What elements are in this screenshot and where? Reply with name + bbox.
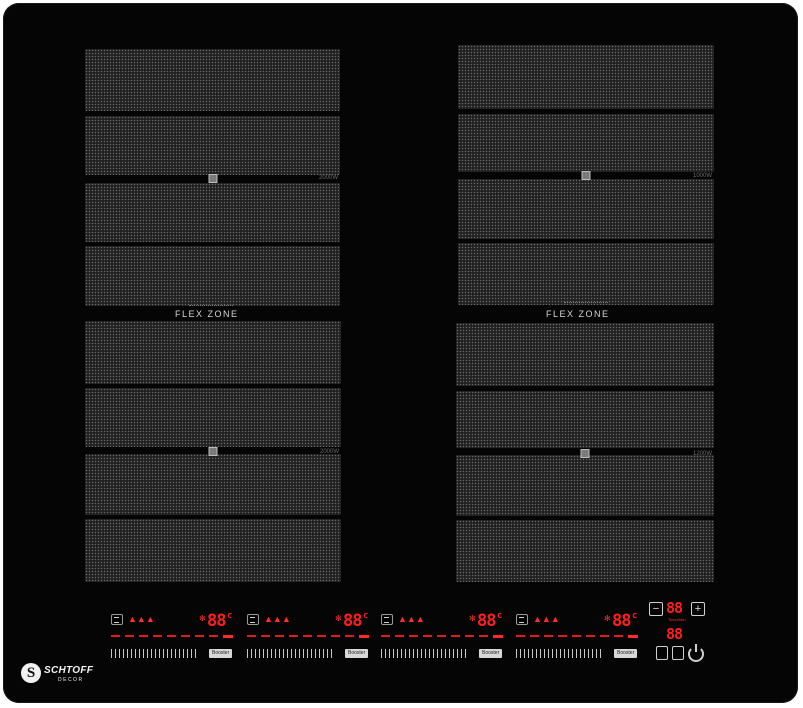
boost-button[interactable]: Booster — [345, 649, 369, 658]
flex-zone-dots — [564, 302, 608, 305]
cooktop-glass: 2000W FLEX ZONE 1000W FLEX ZONE 2000W 12… — [3, 3, 798, 703]
timer-control: − 88 + Timer/Min 88 — [647, 599, 709, 662]
power-slider[interactable] — [516, 649, 604, 658]
zone-pad — [85, 183, 340, 242]
temperature-unit: c — [497, 611, 503, 621]
power-level-flames: ▲▲▲ — [264, 614, 291, 624]
zone-power-label: 1200W — [692, 451, 712, 457]
zone-center-marker — [581, 171, 591, 180]
timer-minus-button[interactable]: − — [649, 602, 663, 616]
zone-pad — [85, 519, 341, 582]
temperature-unit: c — [632, 611, 638, 621]
keep-warm-icon[interactable] — [111, 614, 123, 625]
timer-display: 88 — [666, 599, 683, 617]
power-level-flames: ▲▲▲ — [398, 614, 425, 624]
temperature-icon: ✻ — [335, 614, 342, 623]
power-icon[interactable] — [688, 644, 704, 662]
zone-pad — [85, 116, 340, 175]
zone-pad — [458, 114, 714, 172]
zone-display: 88 — [207, 611, 227, 631]
power-level-indicator — [111, 635, 233, 638]
power-level-indicator — [247, 635, 369, 638]
zone-center-marker — [580, 449, 590, 458]
flex-zone-dots — [189, 305, 233, 308]
zone-pad — [85, 454, 341, 515]
flex-zone-label-left: FLEX ZONE — [175, 309, 239, 319]
timer-display-secondary: 88 — [666, 625, 683, 643]
boost-button[interactable]: Booster — [479, 649, 503, 658]
temperature-unit: c — [227, 611, 233, 621]
cooking-zone-bottom-right[interactable]: 1200W — [456, 323, 714, 583]
zone-display: 88 — [477, 611, 497, 631]
brand-name: SCHTOFF — [44, 665, 94, 676]
timer-label: Timer/Min — [668, 617, 686, 622]
zone-power-label: 1000W — [692, 173, 712, 179]
zone-pad — [85, 49, 340, 111]
zone-pad — [458, 179, 714, 239]
zone-center-marker — [208, 447, 218, 456]
keep-warm-icon[interactable] — [381, 614, 393, 625]
temperature-icon: ✻ — [199, 614, 206, 623]
power-slider[interactable] — [381, 649, 469, 658]
zone-pad — [456, 455, 714, 516]
power-level-flames: ▲▲▲ — [128, 614, 155, 624]
power-slider[interactable] — [247, 649, 335, 658]
pause-icon[interactable] — [656, 646, 668, 660]
boost-button[interactable]: Booster — [614, 649, 638, 658]
brand-subtitle: DECOR — [58, 677, 84, 683]
zone-power-label: 2000W — [319, 449, 339, 455]
lock-icon[interactable] — [672, 646, 684, 660]
zone-display: 88 — [343, 611, 363, 631]
cooking-zone-top-left[interactable]: 2000W — [85, 49, 340, 309]
zone-pad — [85, 246, 340, 306]
zone-pad — [456, 391, 714, 448]
zone-pad — [85, 388, 341, 447]
zone-control-1: ▲▲▲ ✻ 88 c Booster — [108, 611, 238, 661]
zone-control-4: ▲▲▲ ✻ 88 c Booster — [513, 611, 643, 661]
zone-control-2: ▲▲▲ ✻ 88 c Booster — [244, 611, 374, 661]
power-level-indicator — [516, 635, 638, 638]
zone-display: 88 — [612, 611, 632, 631]
cooking-zone-bottom-left[interactable]: 2000W — [85, 321, 341, 585]
power-level-indicator — [381, 635, 503, 638]
zone-pad — [456, 520, 714, 582]
timer-plus-button[interactable]: + — [691, 602, 705, 616]
power-slider[interactable] — [111, 649, 199, 658]
keep-warm-icon[interactable] — [247, 614, 259, 625]
zone-pad — [85, 321, 341, 384]
power-level-flames: ▲▲▲ — [533, 614, 560, 624]
zone-pad — [458, 45, 714, 109]
temperature-icon: ✻ — [469, 614, 476, 623]
zone-control-3: ▲▲▲ ✻ 88 c Booster — [378, 611, 508, 661]
zone-pad — [456, 323, 714, 386]
flex-zone-label-right: FLEX ZONE — [546, 309, 610, 319]
logo-mark: S — [21, 663, 41, 683]
zone-pad — [458, 243, 714, 305]
temperature-unit: c — [363, 611, 369, 621]
cooking-zone-top-right[interactable]: 1000W — [458, 45, 714, 305]
boost-button[interactable]: Booster — [209, 649, 233, 658]
zone-power-label: 2000W — [318, 175, 338, 181]
keep-warm-icon[interactable] — [516, 614, 528, 625]
zone-center-marker — [208, 174, 217, 183]
temperature-icon: ✻ — [604, 614, 611, 623]
